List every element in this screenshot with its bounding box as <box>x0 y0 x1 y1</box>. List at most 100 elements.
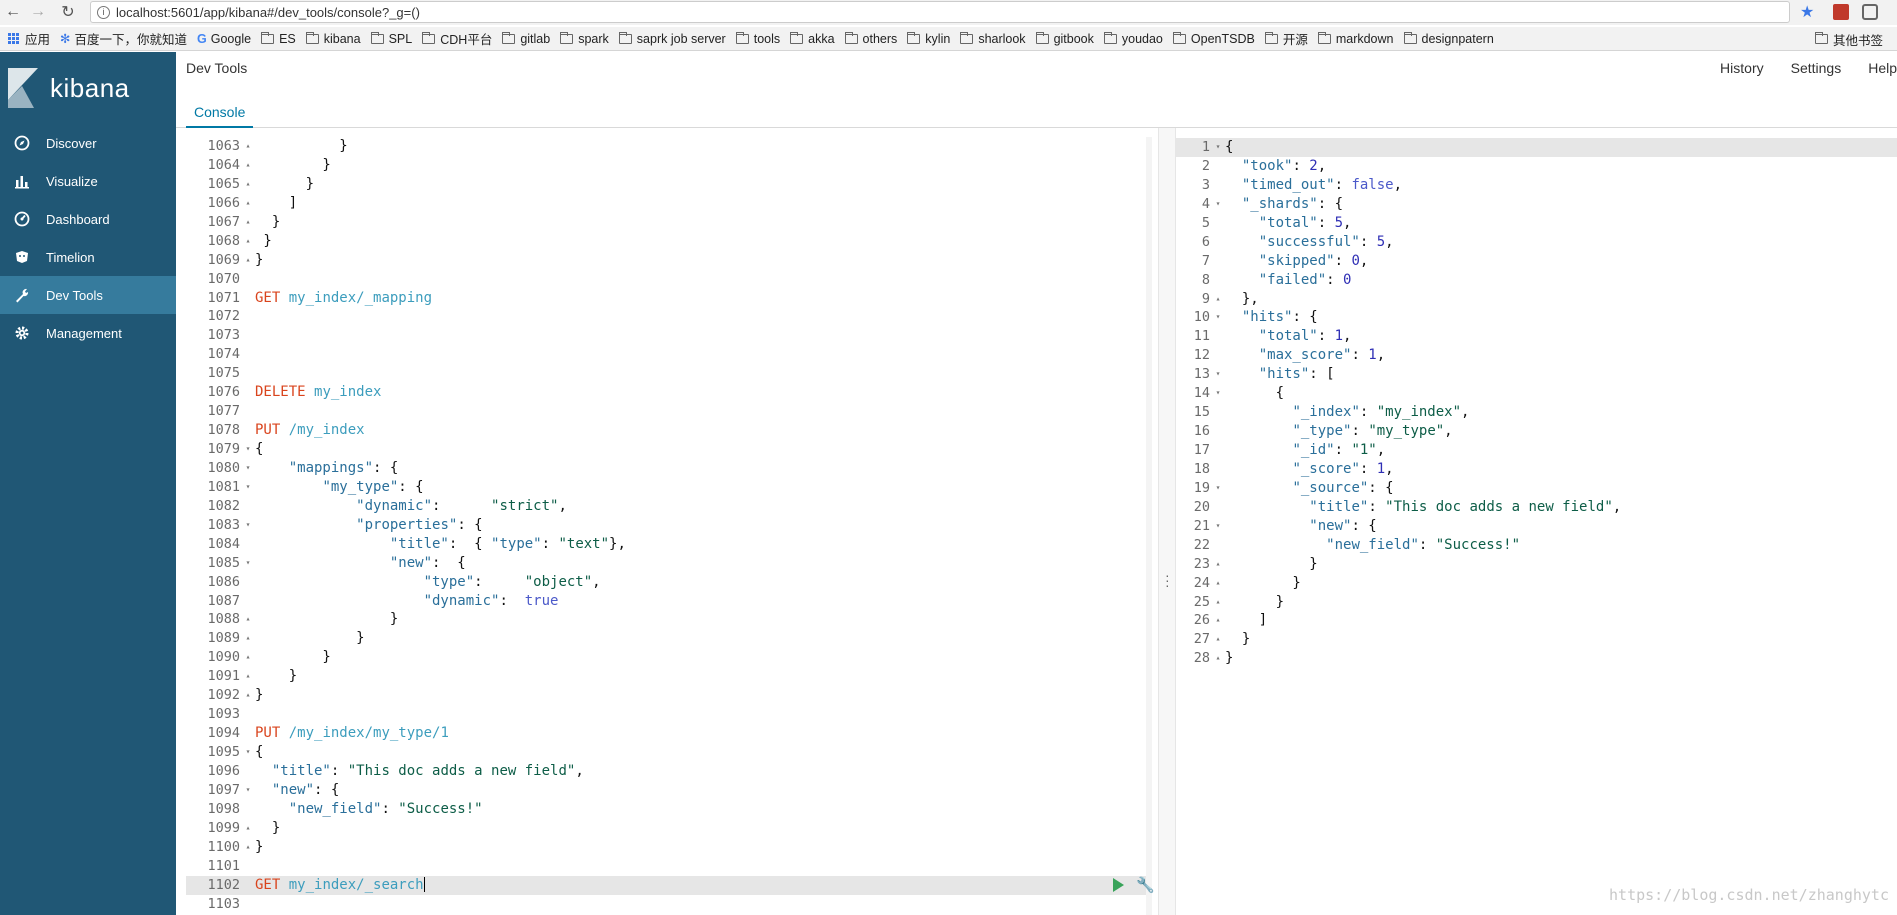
editor-line[interactable]: 1077 <box>186 402 1146 421</box>
output-line[interactable]: 10 ▾ "hits": { <box>1176 308 1897 327</box>
editor-line[interactable]: 1100 ▴} <box>186 838 1146 857</box>
fold-toggle-icon[interactable]: ▾ <box>242 516 254 535</box>
fold-toggle-icon[interactable]: ▴ <box>242 838 254 857</box>
editor-line[interactable]: 1070 <box>186 270 1146 289</box>
sidebar-item-timelion[interactable]: Timelion <box>0 238 176 276</box>
editor-scrollbar[interactable] <box>1146 137 1152 915</box>
editor-line[interactable]: 1073 <box>186 326 1146 345</box>
bookmark-item[interactable]: akka <box>790 31 835 46</box>
settings-link[interactable]: Settings <box>1791 60 1842 76</box>
fold-toggle-icon[interactable]: ▴ <box>242 819 254 838</box>
editor-line[interactable]: 1063 ▴ } <box>186 137 1146 156</box>
bookmark-item[interactable]: 开源 <box>1264 29 1308 48</box>
editor-line[interactable]: 1075 <box>186 364 1146 383</box>
output-line[interactable]: 5 "total": 5, <box>1176 214 1897 233</box>
output-line[interactable]: 1 ▾{ <box>1176 138 1897 157</box>
editor-line[interactable]: 1078 PUT /my_index <box>186 421 1146 440</box>
editor-line[interactable]: 1076 DELETE my_index <box>186 383 1146 402</box>
editor-line[interactable]: 1065 ▴ } <box>186 175 1146 194</box>
fold-toggle-icon[interactable]: ▴ <box>242 213 254 232</box>
editor-line[interactable]: 1094 PUT /my_index/my_type/1 <box>186 724 1146 743</box>
editor-line[interactable]: 1085 ▾ "new": { <box>186 554 1146 573</box>
bookmark-item[interactable]: ES <box>261 31 296 46</box>
help-link[interactable]: Help <box>1868 60 1897 76</box>
editor-line[interactable]: 1102 GET my_index/_search <box>186 875 1146 895</box>
output-line[interactable]: 6 "successful": 5, <box>1176 233 1897 252</box>
output-line[interactable]: 24 ▴ } <box>1176 574 1897 593</box>
editor-line[interactable]: 1079 ▾{ <box>186 440 1146 459</box>
pane-resizer[interactable] <box>1158 128 1176 915</box>
editor-line[interactable]: 1071 GET my_index/_mapping <box>186 289 1146 308</box>
sidebar-item-visualize[interactable]: Visualize <box>0 162 176 200</box>
editor-line[interactable]: 1088 ▴ } <box>186 610 1146 629</box>
fold-toggle-icon[interactable]: ▾ <box>1212 195 1224 214</box>
bookmark-item[interactable]: 应用 <box>8 29 50 48</box>
extension-icon[interactable] <box>1833 4 1849 20</box>
fold-toggle-icon[interactable]: ▾ <box>242 459 254 478</box>
fold-toggle-icon[interactable]: ▾ <box>242 478 254 497</box>
output-line[interactable]: 27 ▴ } <box>1176 630 1897 649</box>
editor-line[interactable]: 1096 "title": "This doc adds a new field… <box>186 762 1146 781</box>
output-line[interactable]: 23 ▴ } <box>1176 555 1897 574</box>
fold-toggle-icon[interactable]: ▴ <box>242 686 254 705</box>
output-line[interactable]: 13 ▾ "hits": [ <box>1176 365 1897 384</box>
fold-toggle-icon[interactable]: ▴ <box>242 194 254 213</box>
output-line[interactable]: 2 "took": 2, <box>1176 157 1897 176</box>
bookmark-item[interactable]: gitlab <box>502 31 550 46</box>
output-line[interactable]: 25 ▴ } <box>1176 593 1897 612</box>
editor-line[interactable]: 1067 ▴ } <box>186 213 1146 232</box>
fold-toggle-icon[interactable]: ▾ <box>1212 517 1224 536</box>
sidebar-item-dev-tools[interactable]: Dev Tools <box>0 276 176 314</box>
editor-line[interactable]: 1103 <box>186 895 1146 914</box>
fold-toggle-icon[interactable]: ▴ <box>1212 574 1224 593</box>
output-line[interactable]: 22 "new_field": "Success!" <box>1176 536 1897 555</box>
fold-toggle-icon[interactable]: ▴ <box>242 648 254 667</box>
output-line[interactable]: 9 ▴ }, <box>1176 290 1897 309</box>
tab-console[interactable]: Console <box>186 96 254 128</box>
bookmark-item[interactable]: gitbook <box>1035 31 1094 46</box>
editor-line[interactable]: 1072 <box>186 307 1146 326</box>
fold-toggle-icon[interactable]: ▾ <box>1212 365 1224 384</box>
output-line[interactable]: 8 "failed": 0 <box>1176 271 1897 290</box>
bookmark-item[interactable]: markdown <box>1317 31 1394 46</box>
editor-line[interactable]: 1089 ▴ } <box>186 629 1146 648</box>
fold-toggle-icon[interactable]: ▴ <box>242 156 254 175</box>
editor-line[interactable]: 1099 ▴ } <box>186 819 1146 838</box>
editor-line[interactable]: 1091 ▴ } <box>186 667 1146 686</box>
output-line[interactable]: 14 ▾ { <box>1176 384 1897 403</box>
other-bookmarks[interactable]: 其他书签 <box>1814 27 1883 50</box>
request-options-wrench-icon[interactable]: 🔧 <box>1136 876 1155 894</box>
fold-toggle-icon[interactable]: ▴ <box>1212 593 1224 612</box>
output-line[interactable]: 17 "_id": "1", <box>1176 441 1897 460</box>
editor-line[interactable]: 1095 ▾{ <box>186 743 1146 762</box>
output-line[interactable]: 28 ▴} <box>1176 649 1897 668</box>
output-line[interactable]: 11 "total": 1, <box>1176 327 1897 346</box>
fold-toggle-icon[interactable]: ▾ <box>1212 308 1224 327</box>
sidebar-item-dashboard[interactable]: Dashboard <box>0 200 176 238</box>
bookmark-item[interactable]: tools <box>735 31 780 46</box>
fold-toggle-icon[interactable]: ▴ <box>242 610 254 629</box>
editor-line[interactable]: 1069 ▴} <box>186 251 1146 270</box>
editor-line[interactable]: 1087 "dynamic": true <box>186 592 1146 611</box>
bookmark-item[interactable]: G Google <box>197 32 251 46</box>
output-line[interactable]: 16 "_type": "my_type", <box>1176 422 1897 441</box>
bookmark-item[interactable]: others <box>844 31 897 46</box>
bookmark-item[interactable]: OpenTSDB <box>1172 31 1255 46</box>
bookmark-item[interactable]: saprk job server <box>618 31 726 46</box>
info-icon[interactable]: i <box>97 5 110 19</box>
fold-toggle-icon[interactable]: ▴ <box>242 667 254 686</box>
fold-toggle-icon[interactable]: ▴ <box>242 175 254 194</box>
fold-toggle-icon[interactable]: ▾ <box>242 440 254 459</box>
editor-line[interactable]: 1080 ▾ "mappings": { <box>186 459 1146 478</box>
editor-line[interactable]: 1101 <box>186 857 1146 876</box>
bookmark-item[interactable]: spark <box>560 31 609 46</box>
editor-line[interactable]: 1068 ▴ } <box>186 232 1146 251</box>
bookmark-item[interactable]: designpatern <box>1403 31 1494 46</box>
output-line[interactable]: 15 "_index": "my_index", <box>1176 403 1897 422</box>
fold-toggle-icon[interactable]: ▴ <box>1212 649 1224 668</box>
editor-line[interactable]: 1074 <box>186 345 1146 364</box>
editor-line[interactable]: 1066 ▴ ] <box>186 194 1146 213</box>
bookmark-item[interactable]: ✻ 百度一下，你就知道 <box>60 29 187 48</box>
output-line[interactable]: 3 "timed_out": false, <box>1176 176 1897 195</box>
output-line[interactable]: 7 "skipped": 0, <box>1176 252 1897 271</box>
